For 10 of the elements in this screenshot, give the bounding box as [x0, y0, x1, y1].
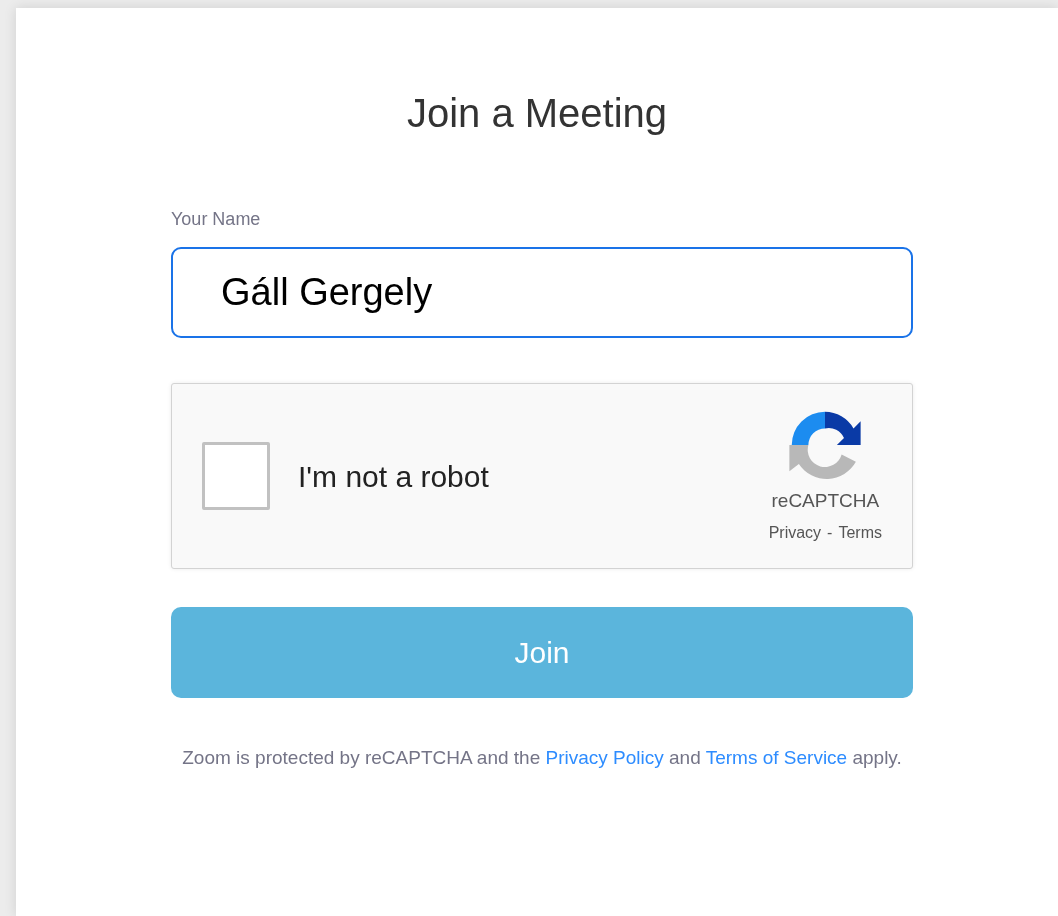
name-input-field[interactable]: Gáll Gergely: [171, 247, 913, 338]
page-title: Join a Meeting: [406, 90, 668, 137]
field-label: Your Name: [171, 208, 261, 231]
recaptcha-brand: reCAPTCHA: [771, 488, 880, 513]
separator: -: [827, 523, 833, 544]
captcha-checkbox[interactable]: [202, 442, 270, 510]
terms-link[interactable]: Terms: [838, 521, 882, 546]
privacy-link[interactable]: Privacy: [768, 521, 822, 546]
recaptcha-notice: Zoom is protected by reCAPTCHA and the Privacy Policy and Terms of Service apply.: [182, 746, 902, 770]
captcha-label: I'm not a robot: [298, 458, 489, 495]
